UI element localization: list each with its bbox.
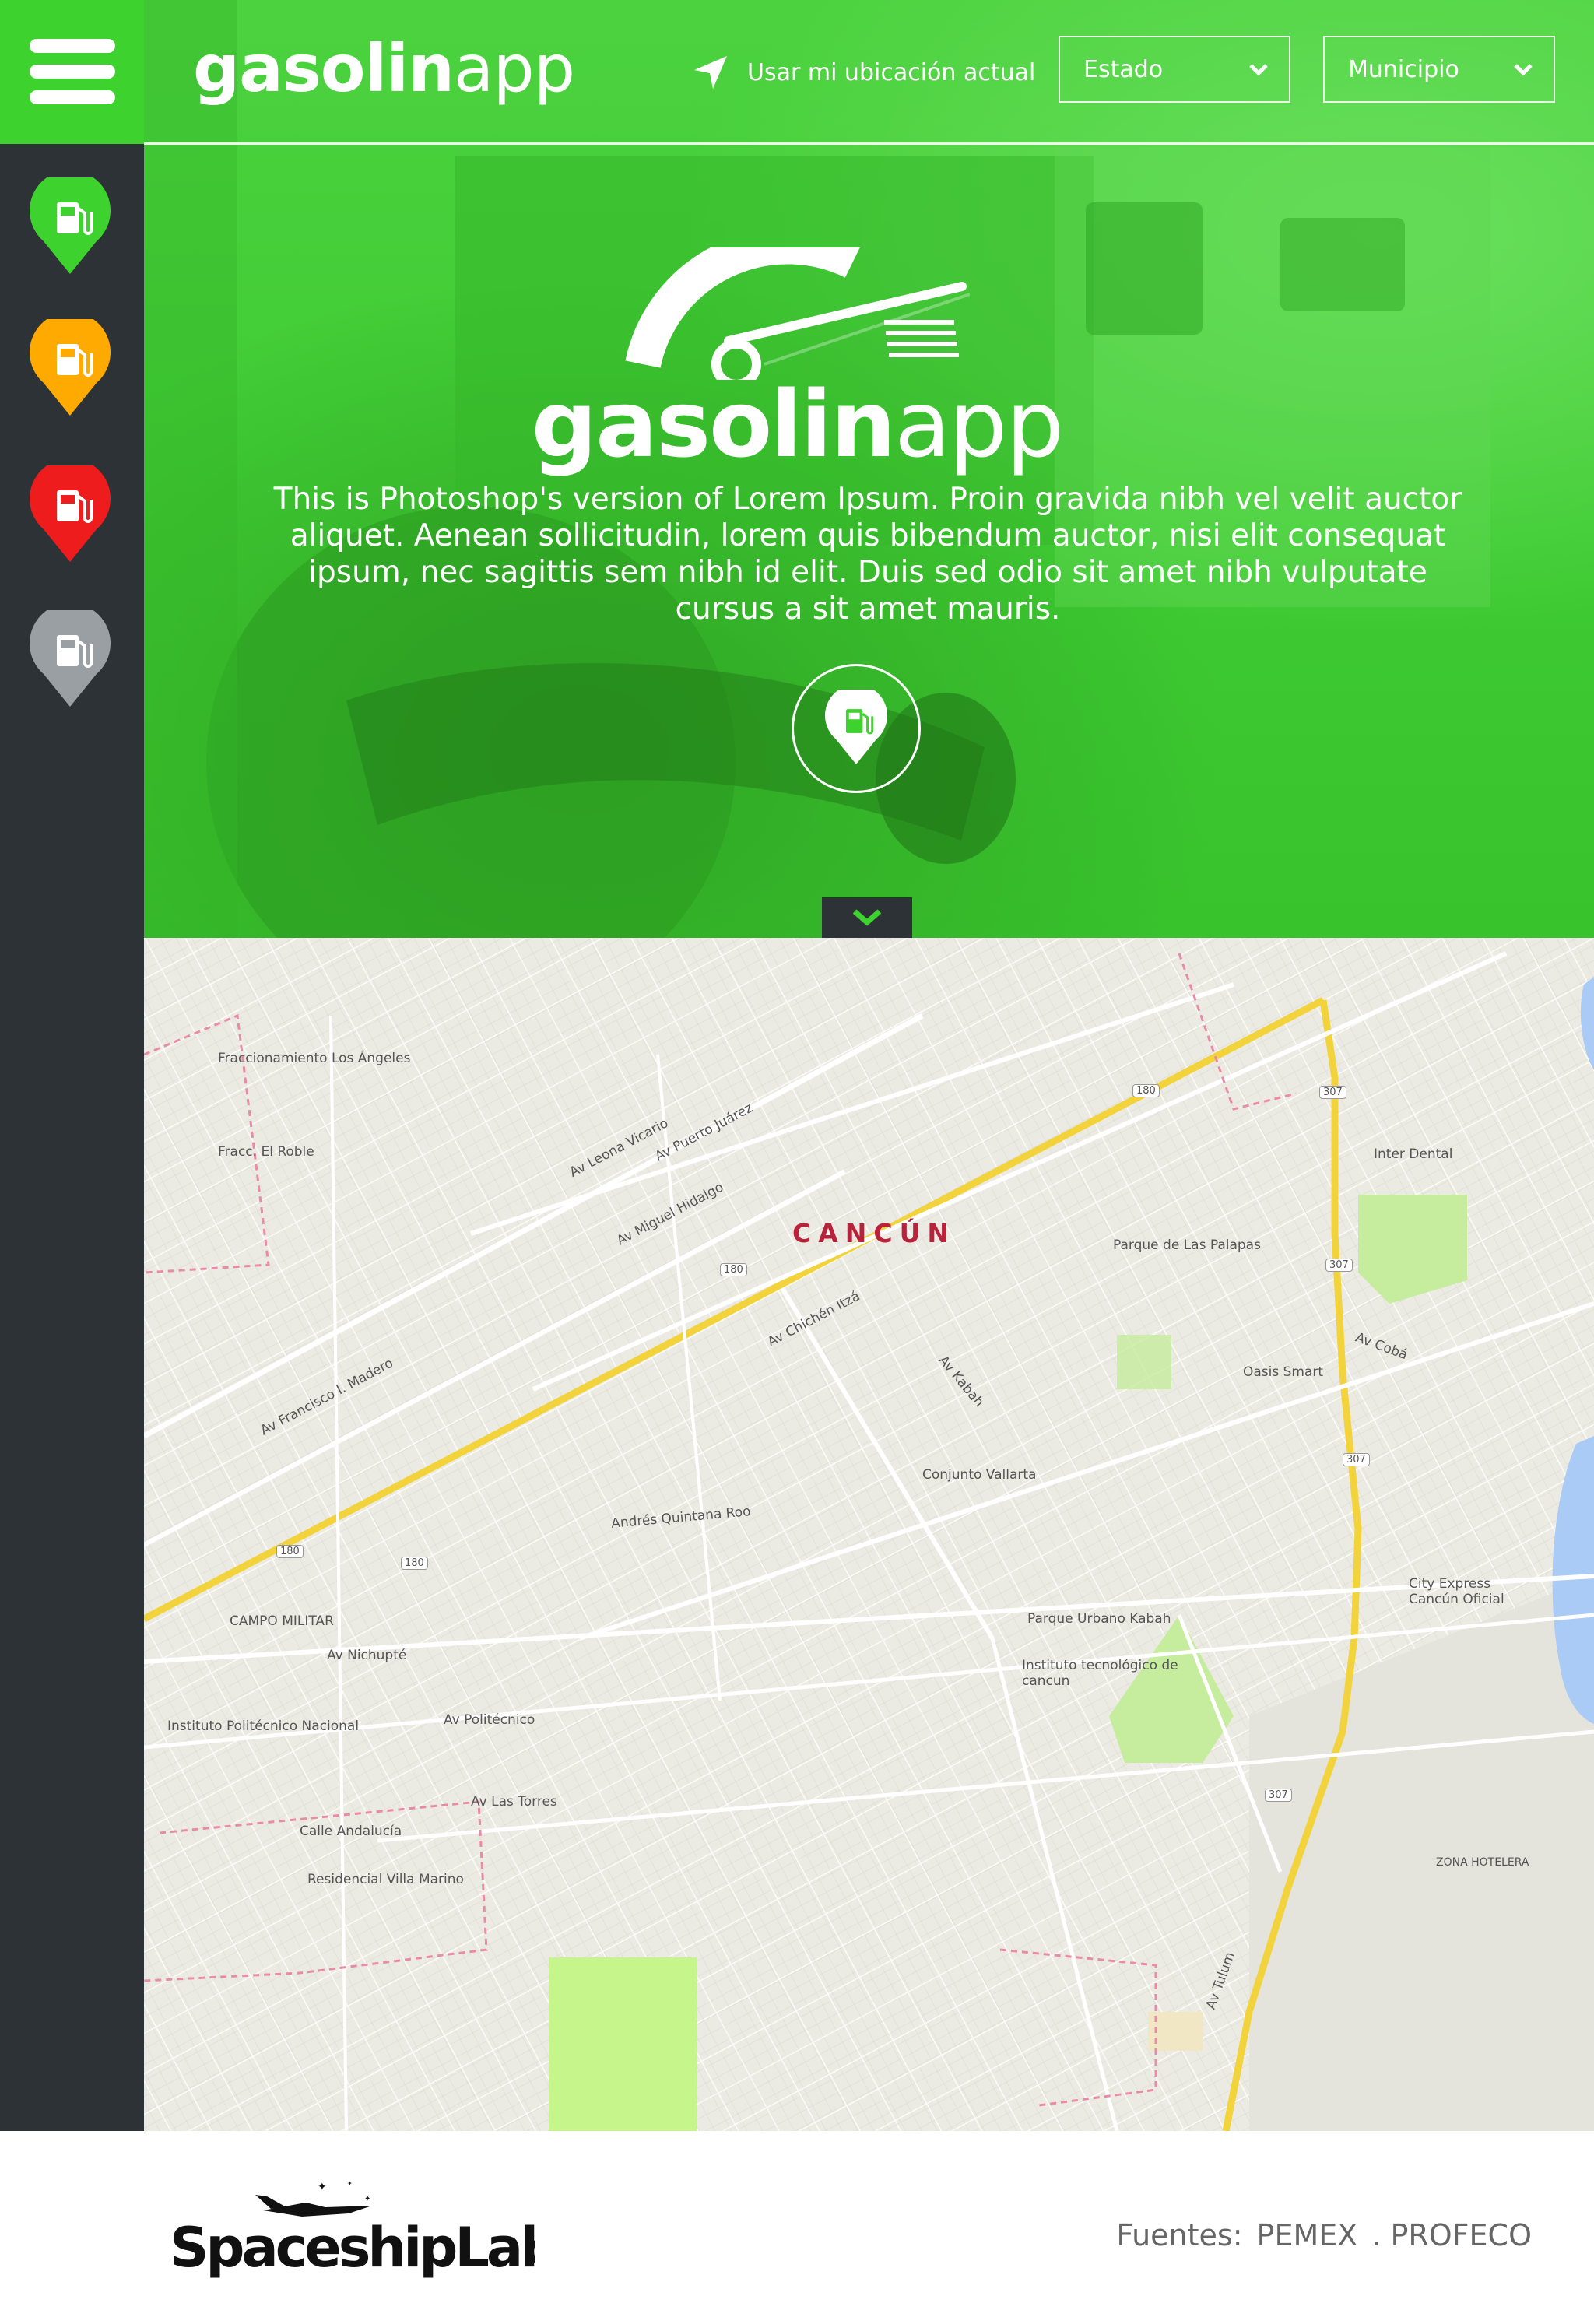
road-shield: 307 <box>1325 1259 1353 1272</box>
map-label: Av Nichupté <box>327 1648 407 1663</box>
header-divider <box>144 142 1594 145</box>
road-shield: 180 <box>276 1545 304 1558</box>
road-shield: 180 <box>1132 1084 1160 1097</box>
map-label: Conjunto Vallarta <box>922 1467 1037 1483</box>
road-shield: 180 <box>401 1557 428 1570</box>
state-select[interactable]: Estado <box>1059 36 1290 103</box>
svg-text:✦: ✦ <box>318 2181 327 2193</box>
map-label: Calle Andalucía <box>300 1824 402 1839</box>
hero-title-bold: gasolin <box>531 370 896 478</box>
use-location-button[interactable]: Usar mi ubicación actual <box>693 45 1035 100</box>
gas-pin-gray-icon[interactable] <box>30 610 111 708</box>
road-shield: 307 <box>1343 1453 1370 1466</box>
find-gas-button[interactable] <box>792 664 921 793</box>
sources-label: Fuentes: <box>1116 2218 1243 2252</box>
menu-button[interactable] <box>0 0 144 144</box>
map-label: Fraccionamiento Los Ángeles <box>218 1051 411 1066</box>
hero-description: This is Photoshop's version of Lorem Ips… <box>273 482 1462 627</box>
map-label: Parque de Las Palapas <box>1113 1237 1261 1253</box>
brand-light: app <box>453 30 575 107</box>
hamburger-icon-bar <box>30 65 115 79</box>
map-label: Residencial Villa Marino <box>307 1872 464 1887</box>
speedometer-logo-icon <box>625 247 970 380</box>
municipality-select-value: Municipio <box>1348 55 1459 83</box>
road-shield: 180 <box>720 1263 747 1276</box>
chevron-down-icon <box>852 909 882 926</box>
map-label: Fracc. El Roble <box>218 1144 314 1160</box>
svg-text:✦: ✦ <box>364 2195 370 2203</box>
map-streets <box>144 938 1594 2131</box>
gas-pin-icon <box>825 690 887 764</box>
chevron-down-icon <box>1514 64 1533 76</box>
brand-logo[interactable]: gasolinapp <box>193 22 575 115</box>
source-profeco-link[interactable]: . PROFECO <box>1371 2218 1532 2252</box>
hero-title: gasolinapp <box>0 366 1594 483</box>
map-label: Instituto Politécnico Nacional <box>167 1718 360 1734</box>
road-shield: 307 <box>1319 1086 1346 1099</box>
map-label: City Express Cancún Oficial <box>1409 1576 1504 1607</box>
state-select-value: Estado <box>1083 55 1164 83</box>
chevron-down-icon <box>1249 64 1268 76</box>
location-arrow-icon <box>694 56 727 89</box>
map-label: Av Las Torres <box>471 1794 557 1810</box>
map-label: Inter Dental <box>1374 1146 1453 1162</box>
hamburger-icon-bar <box>30 90 115 104</box>
svg-text:✦: ✦ <box>347 2180 353 2187</box>
map-label: CAMPO MILITAR <box>230 1613 334 1629</box>
map-label: Parque Urbano Kabah <box>1027 1611 1171 1627</box>
hero-title-light: app <box>894 370 1064 478</box>
map-label: Oasis Smart <box>1243 1364 1324 1380</box>
brand-bold: gasolin <box>193 30 455 107</box>
map-label: Av Politécnico <box>444 1712 535 1728</box>
source-pemex-link[interactable]: PEMEX <box>1257 2218 1358 2252</box>
gas-pin-green-icon[interactable] <box>30 177 111 276</box>
sources: Fuentes: PEMEX . PROFECO <box>1116 2218 1532 2252</box>
city-map[interactable]: Fraccionamiento Los Ángeles Fracc. El Ro… <box>144 938 1594 2131</box>
map-label: Instituto tecnológico de cancun <box>1022 1658 1178 1689</box>
spaceshiplabs-logo[interactable]: ✦ ✦ ✦ SpaceshipLabs <box>170 2179 589 2284</box>
hamburger-icon <box>30 39 115 53</box>
municipality-select[interactable]: Municipio <box>1323 36 1555 103</box>
scroll-down-button[interactable] <box>822 897 912 938</box>
spaceship-icon: ✦ ✦ ✦ SpaceshipLabs <box>170 2180 589 2280</box>
map-label: ZONA HOTELERA <box>1436 1856 1529 1869</box>
use-location-label: Usar mi ubicación actual <box>747 58 1036 86</box>
road-shield: 307 <box>1265 1789 1292 1802</box>
map-city-label: CANCÚN <box>792 1218 957 1248</box>
company-name: SpaceshipLabs <box>170 2216 535 2280</box>
